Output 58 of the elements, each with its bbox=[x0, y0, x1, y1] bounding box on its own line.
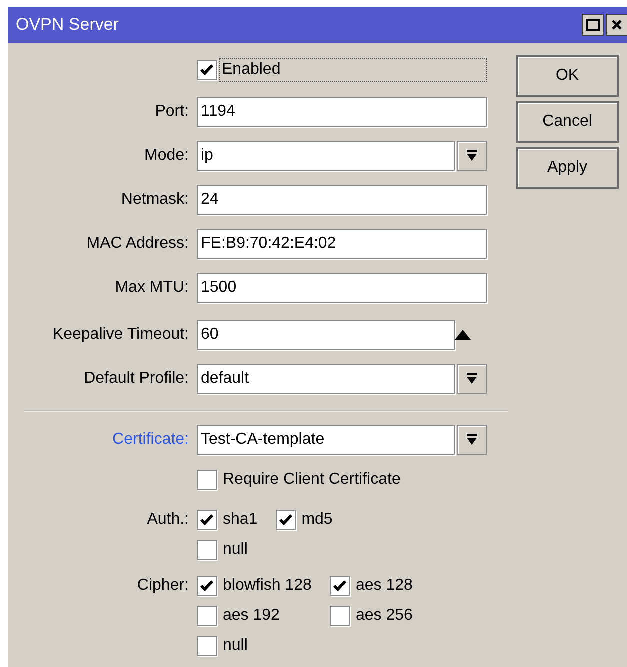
maximize-icon bbox=[586, 19, 600, 31]
checkbox-label[interactable]: aes 192 bbox=[223, 604, 280, 628]
checkbox-label[interactable]: null bbox=[223, 538, 248, 562]
checkbox[interactable] bbox=[197, 576, 217, 596]
input-field[interactable]: 60 bbox=[197, 320, 455, 350]
dropdown-button[interactable] bbox=[457, 364, 487, 394]
input-field[interactable]: FE:B9:70:42:E4:02 bbox=[197, 229, 487, 259]
checkbox[interactable] bbox=[276, 510, 296, 530]
field-label: MAC Address: bbox=[86, 235, 189, 252]
checkbox[interactable] bbox=[197, 636, 217, 656]
window-title: OVPN Server bbox=[16, 14, 120, 36]
checkbox[interactable] bbox=[330, 606, 350, 626]
caret-icon bbox=[466, 373, 478, 385]
input-field[interactable]: 24 bbox=[197, 185, 487, 215]
checkbox-label[interactable]: sha1 bbox=[223, 508, 258, 532]
check-icon bbox=[332, 580, 347, 592]
dialog-button[interactable]: Cancel bbox=[516, 101, 619, 143]
caret-icon bbox=[466, 150, 478, 162]
checkbox[interactable] bbox=[197, 470, 217, 490]
checkbox[interactable] bbox=[197, 510, 217, 530]
input-field[interactable]: 1194 bbox=[197, 97, 487, 127]
input-field[interactable]: ip bbox=[197, 141, 455, 171]
checkbox-label[interactable]: null bbox=[223, 634, 248, 658]
dialog-button[interactable]: Apply bbox=[516, 147, 619, 189]
input-field[interactable]: 1500 bbox=[197, 273, 487, 303]
field-label: Max MTU: bbox=[115, 279, 189, 296]
caret-icon bbox=[466, 434, 478, 446]
close-icon bbox=[611, 19, 623, 31]
group-label: Cipher: bbox=[137, 576, 189, 596]
dropdown-button[interactable] bbox=[457, 141, 487, 171]
field-label: Mode: bbox=[144, 147, 189, 164]
check-icon bbox=[200, 514, 214, 526]
checkbox[interactable] bbox=[197, 60, 217, 80]
checkbox-label[interactable]: Require Client Certificate bbox=[223, 468, 401, 492]
checkbox-label[interactable]: blowfish 128 bbox=[223, 574, 312, 598]
checkbox-label[interactable]: md5 bbox=[302, 508, 333, 532]
checkbox[interactable] bbox=[330, 576, 350, 596]
check-icon bbox=[278, 514, 293, 526]
checkbox[interactable] bbox=[197, 540, 217, 560]
field-label: Port: bbox=[155, 103, 189, 120]
field-label: Netmask: bbox=[121, 191, 189, 208]
field-label: Keepalive Timeout: bbox=[52, 326, 189, 343]
dropdown-button[interactable] bbox=[457, 425, 487, 455]
checkbox-label[interactable]: Enabled bbox=[219, 58, 487, 82]
close-button[interactable] bbox=[606, 14, 627, 36]
input-field[interactable]: default bbox=[197, 364, 455, 394]
checkbox-label[interactable]: aes 128 bbox=[356, 574, 413, 598]
check-icon bbox=[200, 64, 214, 76]
field-label: Default Profile: bbox=[84, 370, 189, 387]
up-arrow-icon[interactable] bbox=[455, 330, 471, 340]
group-label: Auth.: bbox=[147, 510, 189, 530]
input-field[interactable]: Test-CA-template bbox=[197, 425, 455, 455]
checkbox-label[interactable]: aes 256 bbox=[356, 604, 413, 628]
dialog-button[interactable]: OK bbox=[516, 55, 619, 97]
checkbox[interactable] bbox=[197, 606, 217, 626]
maximize-button[interactable] bbox=[582, 14, 604, 36]
check-icon bbox=[200, 580, 214, 592]
field-label: Certificate: bbox=[112, 431, 189, 448]
